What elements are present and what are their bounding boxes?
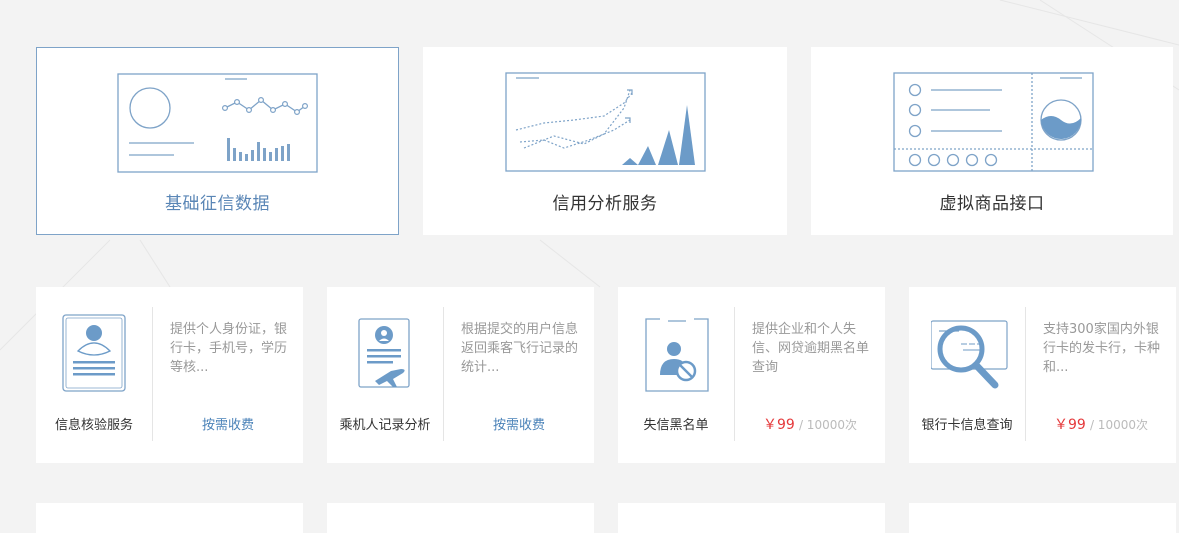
- price-link[interactable]: 按需收费: [444, 414, 594, 433]
- service-description: 根据提交的用户信息返回乘客飞行记录的统计...: [461, 322, 579, 375]
- category-label: 基础征信数据: [165, 194, 270, 214]
- bank-card-search-icon: [931, 320, 1008, 389]
- service-name: 乘机人记录分析: [339, 418, 431, 433]
- category-card-virtual-goods[interactable]: 虚拟商品接口: [811, 47, 1173, 235]
- service-card-partial[interactable]: [327, 503, 594, 533]
- price-info: ￥99 / 10000次: [1053, 417, 1148, 433]
- service-card-identity-verification[interactable]: 信息核验服务 提供个人身份证，银行卡，手机号，学历等核... 按需收费: [36, 287, 303, 463]
- service-description: 提供个人身份证，银行卡，手机号，学历等核...: [170, 322, 288, 375]
- price-link[interactable]: 按需收费: [153, 414, 303, 433]
- price-info: ￥99 / 10000次: [762, 417, 857, 433]
- service-card-partial[interactable]: [36, 503, 303, 533]
- category-card-basic-credit[interactable]: 基础征信数据: [36, 47, 399, 235]
- id-card-icon: [62, 314, 126, 392]
- service-card-partial[interactable]: [909, 503, 1176, 533]
- category-label: 信用分析服务: [552, 194, 658, 214]
- service-description: 提供企业和个人失信、网贷逾期黑名单查询: [752, 322, 870, 375]
- service-card-partial[interactable]: [618, 503, 885, 533]
- service-name: 信息核验服务: [54, 418, 133, 433]
- flight-record-icon: [358, 318, 410, 388]
- blacklist-icon: [645, 318, 709, 392]
- service-card-bank-card[interactable]: 银行卡信息查询 支持300家国内外银行卡的发卡行，卡种和... ￥99 / 10…: [909, 287, 1176, 463]
- service-name: 银行卡信息查询: [921, 418, 1013, 433]
- service-name: 失信黑名单: [643, 418, 709, 433]
- service-card-flight-record[interactable]: 乘机人记录分析 根据提交的用户信息返回乘客飞行记录的统计... 按需收费: [327, 287, 594, 463]
- category-card-credit-analysis[interactable]: 信用分析服务: [423, 47, 787, 235]
- category-label: 虚拟商品接口: [939, 194, 1045, 214]
- service-card-blacklist[interactable]: 失信黑名单 提供企业和个人失信、网贷逾期黑名单查询 ￥99 / 10000次: [618, 287, 885, 463]
- service-description: 支持300家国内外银行卡的发卡行，卡种和...: [1043, 322, 1161, 375]
